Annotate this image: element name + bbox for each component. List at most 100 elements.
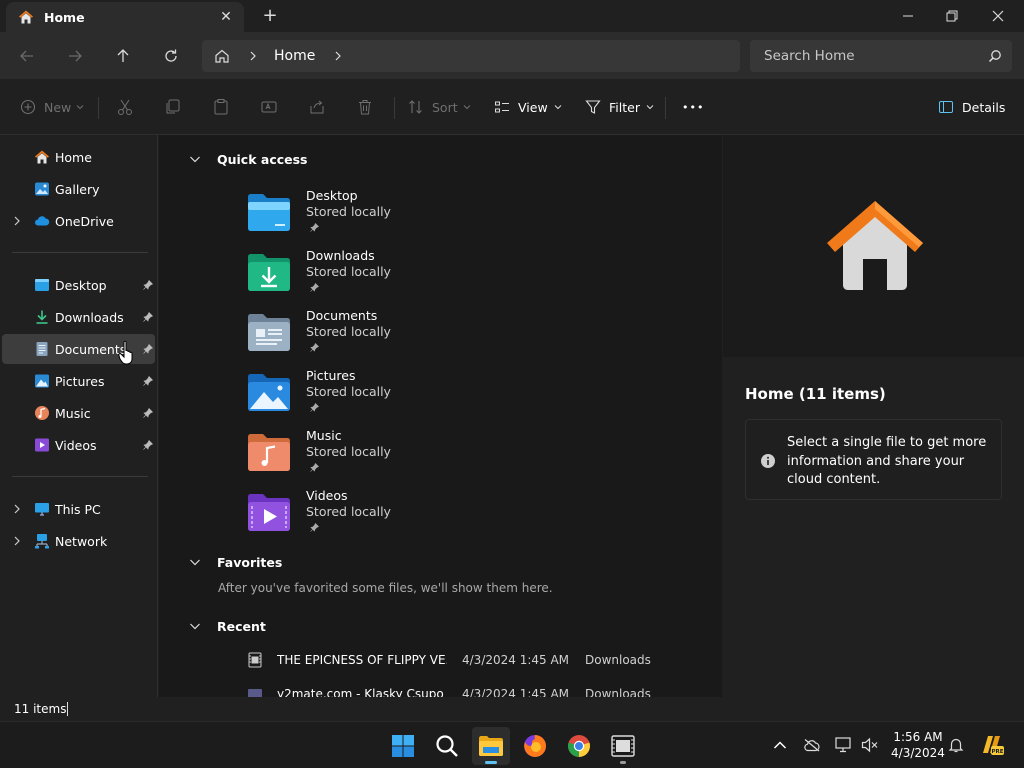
video-editor-taskbar-button[interactable] [604, 727, 642, 765]
forward-button[interactable] [63, 44, 87, 68]
chrome-taskbar-button[interactable] [560, 727, 598, 765]
download-icon [36, 310, 48, 324]
rename-button[interactable] [260, 95, 278, 119]
pin-icon[interactable] [143, 440, 153, 450]
command-bar: New Sort View Filter ••• Details [0, 79, 1024, 135]
onedrive-tray-button[interactable] [801, 734, 823, 756]
sort-icon [409, 100, 422, 114]
tab-home[interactable]: Home ✕ [6, 2, 244, 32]
details-button[interactable]: Details [938, 95, 1005, 119]
chevron-right-icon[interactable] [12, 536, 22, 546]
sidebar-item-pictures[interactable]: Pictures [2, 366, 155, 396]
sidebar-item-videos[interactable]: Videos [2, 430, 155, 460]
item-name: Documents [306, 308, 378, 323]
address-bar[interactable]: Home [202, 40, 740, 72]
chevron-down-icon[interactable] [189, 153, 201, 165]
item-status: Stored locally [306, 204, 391, 219]
start-button[interactable] [384, 727, 422, 765]
recent-file-date: 4/3/2024 1:45 AM [462, 653, 570, 667]
network-tray-button[interactable] [833, 734, 855, 756]
chevron-down-icon [554, 105, 562, 110]
sort-button[interactable]: Sort [408, 95, 471, 119]
back-button[interactable] [15, 44, 39, 68]
section-title: Quick access [217, 151, 308, 167]
chevron-right-icon[interactable] [248, 51, 258, 61]
volume-tray-button[interactable] [859, 734, 881, 756]
sidebar-item-label: Videos [55, 437, 97, 453]
copy-button[interactable] [164, 95, 182, 119]
search-input[interactable] [764, 48, 974, 64]
item-name: Pictures [306, 368, 356, 383]
filter-button[interactable]: Filter [585, 95, 654, 119]
divider [12, 252, 148, 253]
chevron-down-icon[interactable] [189, 620, 201, 632]
sidebar-item-desktop[interactable]: Desktop [2, 270, 155, 300]
chevron-right-icon[interactable] [12, 216, 22, 226]
breadcrumb-home[interactable]: Home [274, 48, 315, 64]
chevron-right-icon[interactable] [12, 504, 22, 514]
pin-icon[interactable] [143, 312, 153, 322]
hand-cursor-icon [118, 340, 133, 365]
minimize-button[interactable] [888, 4, 928, 28]
sidebar-item-network[interactable]: Network [2, 526, 155, 556]
clock[interactable]: 1:56 AM 4/3/2024 [886, 729, 950, 761]
up-button[interactable] [111, 44, 135, 68]
favorites-header[interactable]: Favorites [189, 552, 282, 572]
quick-access-item-downloads[interactable]: Downloads Stored locally [247, 248, 447, 304]
more-options-button[interactable]: ••• [682, 95, 704, 119]
restore-button[interactable] [932, 4, 972, 28]
file-explorer-taskbar-button[interactable] [472, 727, 510, 765]
sidebar-item-onedrive[interactable]: OneDrive [2, 206, 155, 236]
item-name: Music [306, 428, 342, 443]
paste-button[interactable] [212, 95, 230, 119]
copilot-button[interactable]: PRE [978, 734, 1006, 756]
share-button[interactable] [308, 95, 326, 119]
sidebar-item-music[interactable]: Music [2, 398, 155, 428]
sidebar-item-gallery[interactable]: Gallery [2, 174, 155, 204]
chevron-down-icon[interactable] [189, 556, 201, 568]
quick-access-item-documents[interactable]: Documents Stored locally [247, 308, 447, 364]
show-hidden-icons-button[interactable] [769, 734, 791, 756]
quick-access-header[interactable]: Quick access [189, 149, 308, 169]
pin-icon[interactable] [143, 408, 153, 418]
view-button[interactable]: View [494, 95, 562, 119]
new-tab-button[interactable]: + [260, 6, 280, 26]
delete-button[interactable] [356, 95, 374, 119]
quick-access-item-desktop[interactable]: Desktop Stored locally [247, 188, 447, 244]
search-taskbar-button[interactable] [428, 727, 466, 765]
documents-folder-icon [248, 314, 290, 351]
arrow-right-icon [69, 50, 82, 62]
sidebar-item-home[interactable]: Home [2, 142, 155, 172]
sidebar-item-downloads[interactable]: Downloads [2, 302, 155, 332]
pin-icon[interactable] [143, 344, 153, 354]
sidebar-item-this-pc[interactable]: This PC [2, 494, 155, 524]
table-row[interactable]: y2mate.com - Klasky Csupo ... 4/3/2024 1… [247, 684, 707, 697]
speaker-muted-icon [861, 737, 878, 753]
quick-access-item-pictures[interactable]: Pictures Stored locally [247, 368, 447, 424]
firefox-taskbar-button[interactable] [516, 727, 554, 765]
filter-label: Filter [609, 99, 640, 115]
recent-file-location: Downloads [585, 653, 651, 667]
quick-access-item-music[interactable]: Music Stored locally [247, 428, 447, 484]
navigation-bar: Home [0, 32, 1024, 79]
tab-close-icon[interactable]: ✕ [218, 9, 234, 25]
close-button[interactable] [978, 4, 1018, 28]
search-icon[interactable] [988, 49, 1002, 63]
new-button[interactable]: New [20, 95, 84, 119]
pin-icon[interactable] [143, 376, 153, 386]
quick-access-item-videos[interactable]: Videos Stored locally [247, 488, 447, 544]
chevron-right-icon[interactable] [333, 51, 343, 61]
notifications-button[interactable] [945, 734, 967, 756]
sidebar-item-label: OneDrive [55, 213, 114, 229]
sidebar-item-label: Home [55, 149, 92, 165]
pin-icon [310, 463, 319, 472]
table-row[interactable]: THE EPICNESS OF FLIPPY VE... 4/3/2024 1:… [247, 650, 707, 670]
pin-icon[interactable] [143, 280, 153, 290]
section-title: Favorites [217, 554, 283, 570]
copy-icon [166, 99, 180, 114]
cut-button[interactable] [116, 95, 134, 119]
refresh-button[interactable] [159, 44, 183, 68]
pin-icon [310, 283, 319, 292]
search-box[interactable] [750, 40, 1012, 72]
recent-header[interactable]: Recent [189, 616, 266, 636]
